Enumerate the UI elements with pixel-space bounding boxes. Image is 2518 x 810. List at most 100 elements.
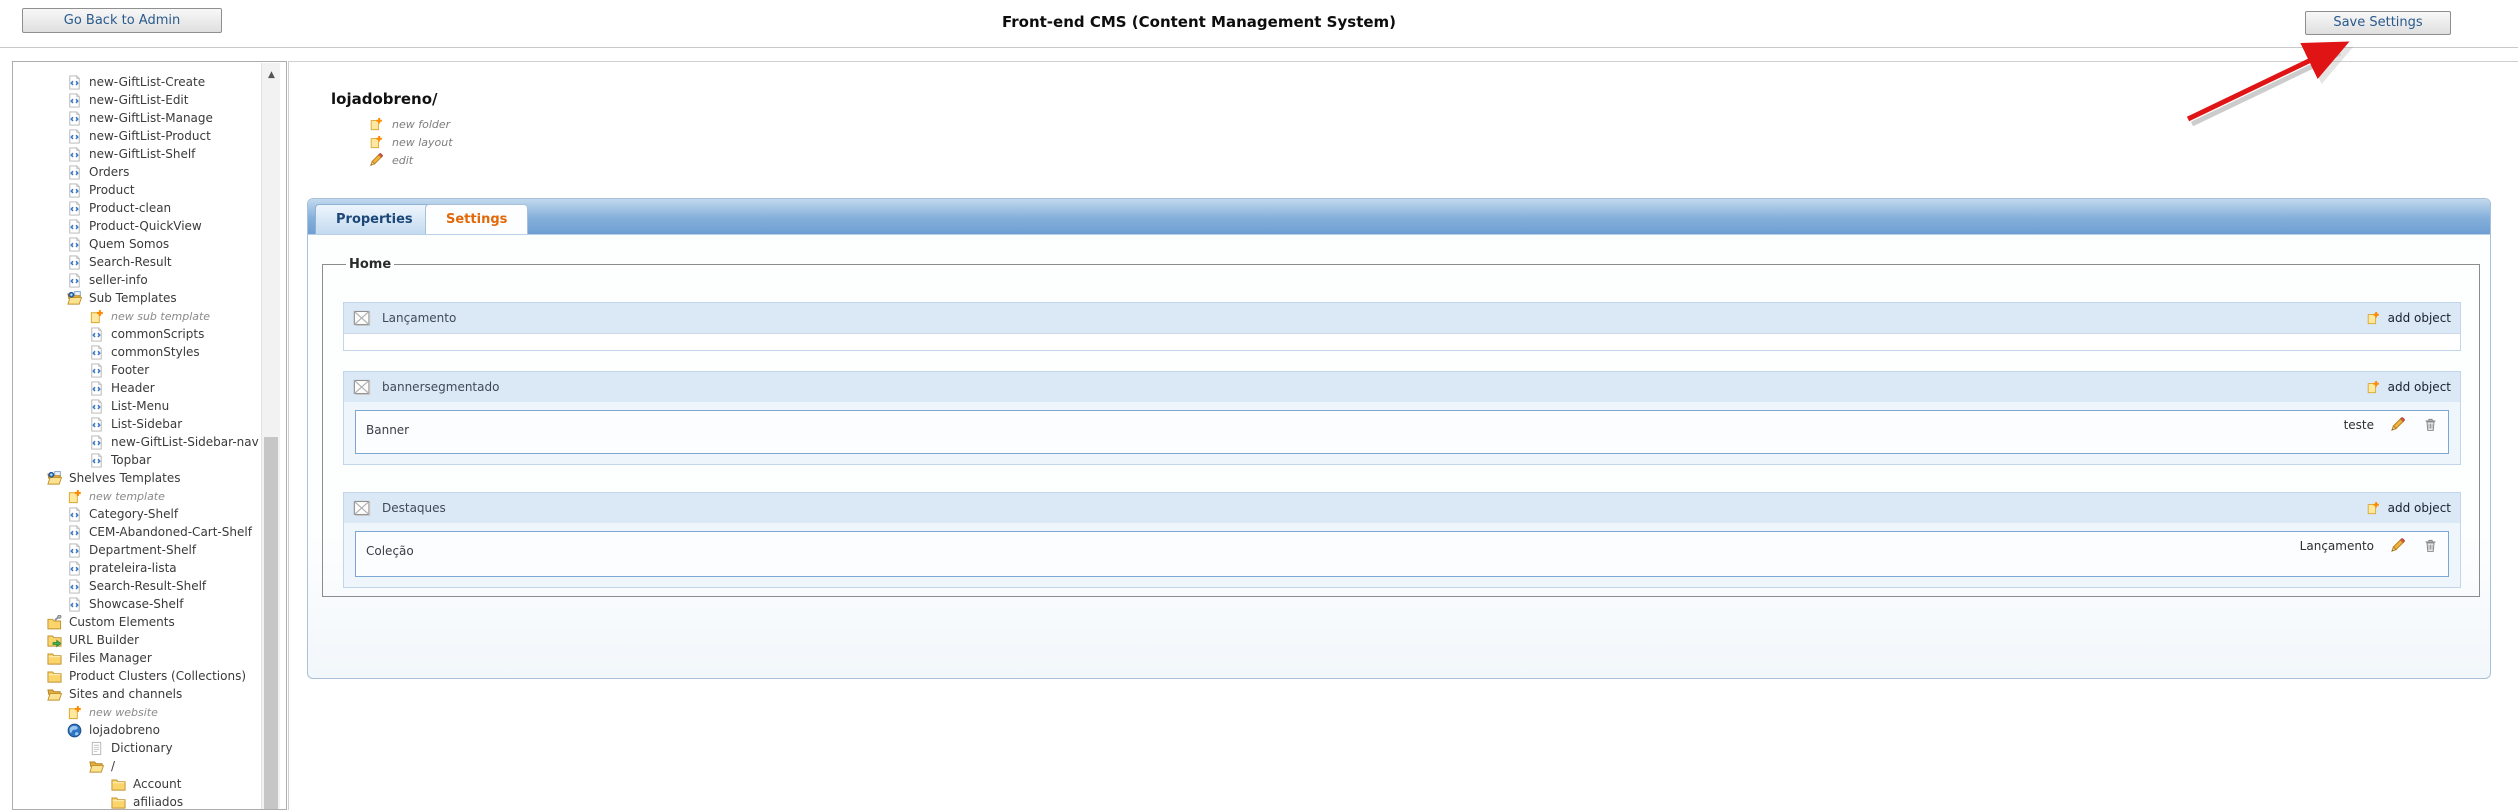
section-title: Destaques [382, 501, 2366, 515]
tree-item-showcase-shelf[interactable]: Showcase-Shelf [13, 595, 260, 613]
tree-item-url-builder[interactable]: URL Builder [13, 631, 260, 649]
tree-item-new-website[interactable]: new website [13, 703, 260, 721]
tree-item-dictionary[interactable]: Dictionary [13, 739, 260, 757]
tree-item-new-giftlist-product[interactable]: new-GiftList-Product [13, 127, 260, 145]
tree-item-new-giftlist-manage[interactable]: new-GiftList-Manage [13, 109, 260, 127]
tree-item-quem-somos[interactable]: Quem Somos [13, 235, 260, 253]
tree-item-commonstyles[interactable]: commonStyles [13, 343, 260, 361]
edit-pencil-icon[interactable] [2390, 417, 2405, 432]
page-code-icon [89, 327, 104, 342]
tree-item-product-clusters-collections[interactable]: Product Clusters (Collections) [13, 667, 260, 685]
new-layout-link[interactable]: new layout [369, 133, 453, 151]
sidebar-scrollbar[interactable]: ▲ [261, 63, 280, 810]
tree-item-label: commonStyles [111, 345, 200, 359]
scrollbar-up-icon[interactable]: ▲ [263, 67, 280, 83]
tree-item-label: URL Builder [69, 633, 139, 647]
tree-item-seller-info[interactable]: seller-info [13, 271, 260, 289]
edit-link[interactable]: edit [369, 151, 413, 169]
delete-trash-icon[interactable] [2423, 417, 2438, 432]
object-label: Banner [366, 423, 409, 437]
home-fieldset: Home Lançamento add object [322, 257, 2480, 597]
tree-item-new-giftlist-shelf[interactable]: new-GiftList-Shelf [13, 145, 260, 163]
new-item-icon [2366, 501, 2380, 515]
tree-item-product[interactable]: Product [13, 181, 260, 199]
page-code-icon [67, 129, 82, 144]
tree-item-[interactable]: / [13, 757, 260, 775]
add-object-link[interactable]: add object [2366, 501, 2451, 515]
tree-item-account[interactable]: Account [13, 775, 260, 793]
tree-item-lojadobreno[interactable]: lojadobreno [13, 721, 260, 739]
folder-icon [47, 651, 62, 666]
page-code-icon [89, 417, 104, 432]
tree-item-new-giftlist-create[interactable]: new-GiftList-Create [13, 73, 260, 91]
tree-item-commonscripts[interactable]: commonScripts [13, 325, 260, 343]
tree-item-files-manager[interactable]: Files Manager [13, 649, 260, 667]
page-code-icon [67, 93, 82, 108]
cms-screen: Go Back to Admin Front-end CMS (Content … [0, 0, 2518, 810]
page-code-icon [67, 543, 82, 558]
tree-item-cem-abandoned-cart-shelf[interactable]: CEM-Abandoned-Cart-Shelf [13, 523, 260, 541]
object-placeholder-icon [353, 309, 371, 327]
tree-item-prateleira-lista[interactable]: prateleira-lista [13, 559, 260, 577]
new-item-icon [67, 489, 82, 504]
folder-tool-icon [47, 615, 62, 630]
tree-item-footer[interactable]: Footer [13, 361, 260, 379]
tree-item-shelves-templates[interactable]: Shelves Templates [13, 469, 260, 487]
tree-item-sites-and-channels[interactable]: Sites and channels [13, 685, 260, 703]
tree-item-department-shelf[interactable]: Department-Shelf [13, 541, 260, 559]
scrollbar-thumb[interactable] [264, 437, 278, 809]
page-code-icon [67, 201, 82, 216]
new-item-icon [67, 705, 82, 720]
tree-item-label: seller-info [89, 273, 148, 287]
section-header: bannersegmentado add object [344, 372, 2460, 402]
tree-item-afiliados[interactable]: afiliados [13, 793, 260, 810]
tree-item-label: / [111, 759, 115, 773]
tree-item-sub-templates[interactable]: Sub Templates [13, 289, 260, 307]
tree-item-new-giftlist-edit[interactable]: new-GiftList-Edit [13, 91, 260, 109]
page-code-icon [67, 255, 82, 270]
tree-item-product-clean[interactable]: Product-clean [13, 199, 260, 217]
page-code-icon [67, 507, 82, 522]
tree-item-orders[interactable]: Orders [13, 163, 260, 181]
folder-open-icon [89, 759, 104, 774]
edit-pencil-icon[interactable] [2390, 538, 2405, 553]
tree-item-list-sidebar[interactable]: List-Sidebar [13, 415, 260, 433]
object-section-bannersegmentado: bannersegmentado add object Banner teste [343, 371, 2461, 465]
tree-item-label: prateleira-lista [89, 561, 177, 575]
tab-properties[interactable]: Properties [315, 204, 434, 234]
page-code-icon [67, 237, 82, 252]
delete-trash-icon[interactable] [2423, 538, 2438, 553]
object-placeholder-icon [353, 499, 371, 517]
object-row-banner: Banner teste [355, 410, 2449, 454]
tree-item-header[interactable]: Header [13, 379, 260, 397]
tree-item-custom-elements[interactable]: Custom Elements [13, 613, 260, 631]
tree-item-product-quickview[interactable]: Product-QuickView [13, 217, 260, 235]
tree-item-label: Category-Shelf [89, 507, 178, 521]
tree-item-new-template[interactable]: new template [13, 487, 260, 505]
tab-settings[interactable]: Settings [425, 204, 528, 234]
tree-item-label: Topbar [111, 453, 151, 467]
tree-item-new-giftlist-sidebar-nav[interactable]: new-GiftList-Sidebar-nav [13, 433, 260, 451]
add-object-link[interactable]: add object [2366, 380, 2451, 394]
new-folder-link[interactable]: new folder [369, 115, 450, 133]
tree-item-search-result-shelf[interactable]: Search-Result-Shelf [13, 577, 260, 595]
tree-item-label: Department-Shelf [89, 543, 196, 557]
section-header: Destaques add object [344, 493, 2460, 523]
home-fieldset-legend: Home [346, 257, 394, 272]
tree-item-new-sub-template[interactable]: new sub template [13, 307, 260, 325]
tree-item-label: Orders [89, 165, 129, 179]
tree-item-label: Product Clusters (Collections) [69, 669, 246, 683]
pencil-icon [369, 153, 383, 167]
object-value: teste [2344, 418, 2374, 432]
page-code-icon [67, 273, 82, 288]
object-label: Coleção [366, 544, 414, 558]
tree-item-search-result[interactable]: Search-Result [13, 253, 260, 271]
tree-item-list-menu[interactable]: List-Menu [13, 397, 260, 415]
object-section-lancamento: Lançamento add object [343, 302, 2461, 351]
page-code-icon [67, 183, 82, 198]
tree-item-label: Dictionary [111, 741, 173, 755]
tree-item-topbar[interactable]: Topbar [13, 451, 260, 469]
add-object-link[interactable]: add object [2366, 311, 2451, 325]
tree-item-category-shelf[interactable]: Category-Shelf [13, 505, 260, 523]
save-settings-button[interactable]: Save Settings [2305, 11, 2451, 35]
